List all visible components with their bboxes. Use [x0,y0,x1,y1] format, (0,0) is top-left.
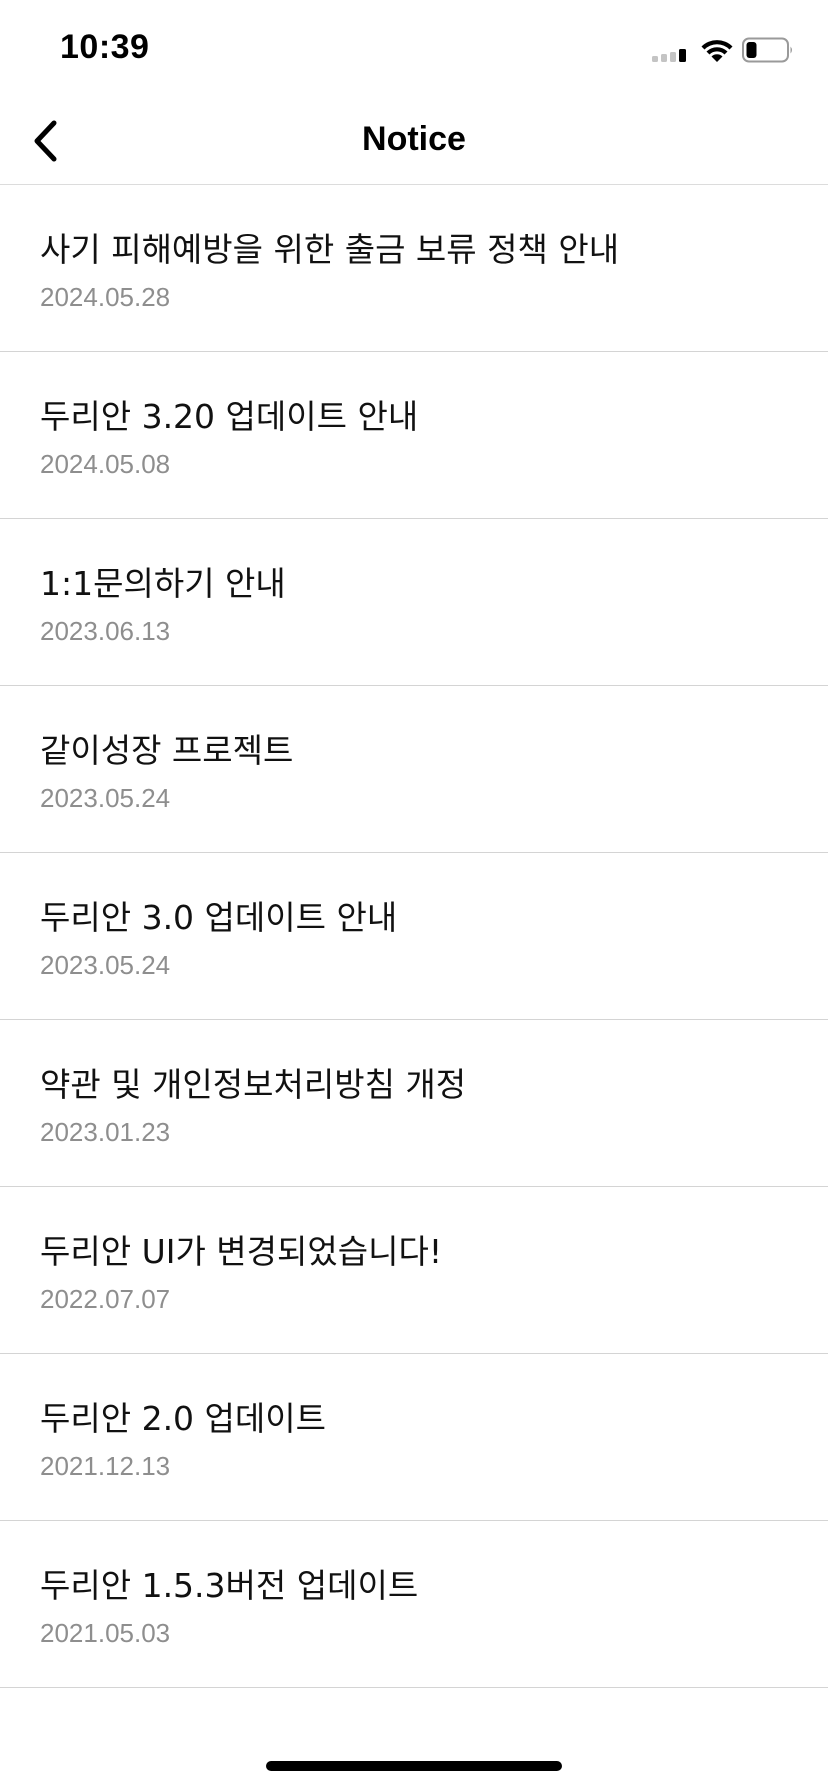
notice-date: 2021.12.13 [40,1451,171,1481]
notice-item[interactable]: 두리안 3.0 업데이트 안내 2023.05.24 [0,853,828,1020]
notice-item[interactable]: 두리안 1.5.3버전 업데이트 2021.05.03 [0,1521,828,1688]
battery-icon [742,37,792,63]
notice-title: 같이성장 프로젝트 [40,731,294,770]
notice-title: 두리안 1.5.3버전 업데이트 [40,1566,419,1605]
notice-date: 2023.05.24 [40,783,171,813]
notice-date: 2023.06.13 [40,616,171,646]
notice-date: 2021.05.03 [40,1618,171,1648]
notice-item[interactable]: 약관 및 개인정보처리방침 개정 2023.01.23 [0,1020,828,1187]
notice-date: 2023.01.23 [40,1117,171,1147]
notice-title: 두리안 UI가 변경되었습니다! [40,1232,443,1271]
notice-title: 약관 및 개인정보처리방침 개정 [40,1065,467,1104]
home-indicator[interactable] [266,1761,562,1771]
notice-title: 사기 피해예방을 위한 출금 보류 정책 안내 [40,230,620,269]
notice-item[interactable]: 사기 피해예방을 위한 출금 보류 정책 안내 2024.05.28 [0,185,828,352]
notice-title: 두리안 3.0 업데이트 안내 [40,898,398,937]
notice-title: 두리안 3.20 업데이트 안내 [40,397,419,436]
cellular-signal-icon [652,49,686,62]
notice-date: 2022.07.07 [40,1284,171,1314]
notice-date: 2023.05.24 [40,950,171,980]
notice-list: 사기 피해예방을 위한 출금 보류 정책 안내 2024.05.28 두리안 3… [0,185,828,1688]
notice-item[interactable]: 두리안 2.0 업데이트 2021.12.13 [0,1354,828,1521]
status-time: 10:39 [60,28,150,66]
page-title: Notice [362,120,466,158]
notice-date: 2024.05.28 [40,282,171,312]
wifi-icon [701,40,733,62]
notice-title: 1:1문의하기 안내 [40,564,286,603]
status-bar: 10:39 [0,0,828,98]
navigation-bar: Notice [0,98,828,185]
notice-item[interactable]: 두리안 UI가 변경되었습니다! 2022.07.07 [0,1187,828,1354]
notice-item[interactable]: 1:1문의하기 안내 2023.06.13 [0,519,828,686]
notice-title: 두리안 2.0 업데이트 [40,1399,326,1438]
notice-item[interactable]: 같이성장 프로젝트 2023.05.24 [0,686,828,853]
notice-item[interactable]: 두리안 3.20 업데이트 안내 2024.05.08 [0,352,828,519]
notice-date: 2024.05.08 [40,449,171,479]
